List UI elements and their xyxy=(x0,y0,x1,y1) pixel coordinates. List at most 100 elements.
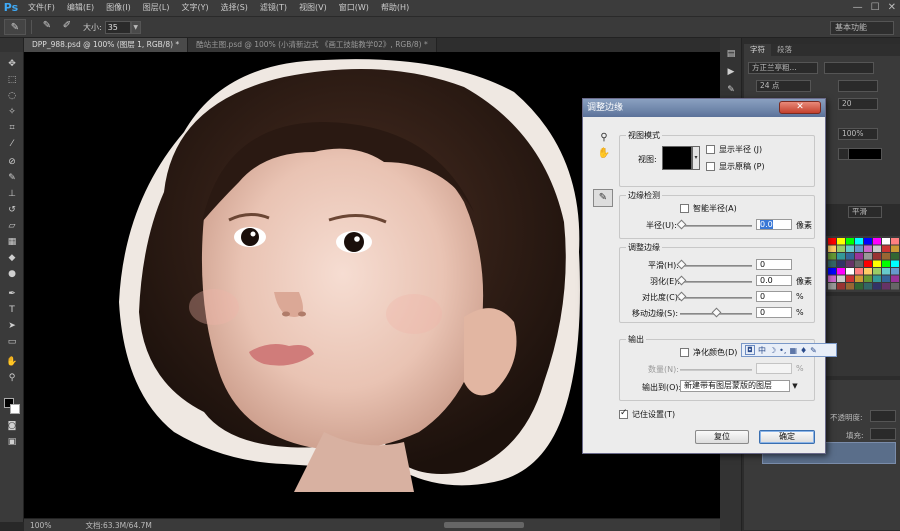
antialias-select[interactable]: 平滑 xyxy=(848,206,882,218)
smooth-input[interactable]: 0 xyxy=(756,259,792,270)
fill-input[interactable] xyxy=(870,428,896,440)
radius-slider-thumb[interactable] xyxy=(676,219,687,230)
feather-input[interactable]: 0.0 xyxy=(756,275,792,286)
smart-radius-checkbox[interactable] xyxy=(680,204,689,213)
ime-skin-icon[interactable]: ♦ xyxy=(800,346,807,355)
zoom-level[interactable]: 100% xyxy=(24,521,51,530)
refine-radius-tool-icon[interactable]: ✎ xyxy=(593,189,613,207)
swatch-cell[interactable] xyxy=(837,238,845,245)
font-style-select[interactable] xyxy=(824,62,874,74)
shift-edge-slider-thumb[interactable] xyxy=(711,307,722,318)
tab-paragraph[interactable]: 段落 xyxy=(771,44,798,56)
tab-dpp-988[interactable]: DPP_988.psd @ 100% (图层 1, RGB/8) * xyxy=(24,38,189,52)
erase-refinements-icon[interactable]: ✐ xyxy=(60,20,74,34)
swatch-grid[interactable] xyxy=(826,236,900,292)
quick-select-tool-icon[interactable]: ✧ xyxy=(5,106,19,118)
size-input[interactable]: 35 xyxy=(104,20,131,34)
stamp-tool-icon[interactable]: ⊥ xyxy=(5,188,19,200)
decontaminate-checkbox[interactable] xyxy=(680,348,689,357)
swatch-cell[interactable] xyxy=(864,238,872,245)
contrast-slider[interactable] xyxy=(680,297,752,299)
swatch-cell[interactable] xyxy=(837,283,845,290)
swatch-cell[interactable] xyxy=(837,268,845,275)
show-original-checkbox[interactable] xyxy=(706,162,715,171)
swatches-panel[interactable] xyxy=(826,236,900,292)
view-dropdown-chevron-icon[interactable]: ▾ xyxy=(692,146,700,170)
swatch-cell[interactable] xyxy=(846,275,854,283)
horizontal-scale-input[interactable]: 100% xyxy=(838,128,878,140)
reset-button[interactable]: 复位 xyxy=(695,430,749,444)
font-family-select[interactable]: 方正兰亭粗... xyxy=(748,62,818,74)
close-window-button[interactable]: ✕ xyxy=(888,2,896,13)
menu-select[interactable]: 选择(S) xyxy=(215,0,254,16)
menu-help[interactable]: 帮助(H) xyxy=(375,0,415,16)
swatch-cell[interactable] xyxy=(891,260,899,268)
view-thumbnail[interactable] xyxy=(662,146,692,170)
swatch-cell[interactable] xyxy=(882,253,890,260)
healing-tool-icon[interactable]: ⊘ xyxy=(5,156,19,168)
lasso-tool-icon[interactable]: ◌ xyxy=(5,90,19,102)
swatch-cell[interactable] xyxy=(864,275,872,283)
swatch-cell[interactable] xyxy=(855,275,863,283)
menu-layer[interactable]: 图层(L) xyxy=(137,0,176,16)
background-color-swatch[interactable] xyxy=(10,404,20,414)
swatch-cell[interactable] xyxy=(882,238,890,245)
maximize-button[interactable]: ☐ xyxy=(871,2,880,13)
swatch-cell[interactable] xyxy=(828,245,836,253)
ime-moon-icon[interactable]: ☽ xyxy=(769,346,776,355)
swatch-cell[interactable] xyxy=(891,238,899,245)
path-select-tool-icon[interactable]: ➤ xyxy=(5,320,19,332)
text-color-swatch[interactable] xyxy=(848,148,882,160)
swatch-cell[interactable] xyxy=(855,245,863,253)
swatch-cell[interactable] xyxy=(828,283,836,290)
type-tool-icon[interactable]: T xyxy=(5,304,19,316)
swatch-cell[interactable] xyxy=(864,245,872,253)
remember-settings-checkbox[interactable] xyxy=(619,408,628,419)
ime-keyboard-icon[interactable]: ▦ xyxy=(789,346,797,355)
workspace-switcher[interactable]: 基本功能 xyxy=(830,21,894,35)
menu-window[interactable]: 窗口(W) xyxy=(333,0,375,16)
swatch-cell[interactable] xyxy=(882,268,890,275)
swatch-cell[interactable] xyxy=(864,260,872,268)
swatch-cell[interactable] xyxy=(891,268,899,275)
swatch-cell[interactable] xyxy=(891,245,899,253)
menu-edit[interactable]: 编辑(E) xyxy=(61,0,100,16)
chevron-down-icon[interactable]: ▼ xyxy=(790,380,800,392)
swatch-cell[interactable] xyxy=(828,260,836,268)
swatch-cell[interactable] xyxy=(873,253,881,260)
ime-chinese-toggle[interactable]: 中 xyxy=(758,345,766,356)
swatch-cell[interactable] xyxy=(882,245,890,253)
swatch-cell[interactable] xyxy=(882,275,890,283)
quick-mask-icon[interactable]: ◙ xyxy=(5,420,19,432)
blur-tool-icon[interactable]: ◆ xyxy=(5,252,19,264)
brush-panel-icon[interactable]: ✎ xyxy=(724,84,738,96)
swatch-cell[interactable] xyxy=(891,283,899,290)
swatch-cell[interactable] xyxy=(891,275,899,283)
swatch-cell[interactable] xyxy=(855,283,863,290)
ok-button[interactable]: 确定 xyxy=(759,430,815,444)
crop-tool-icon[interactable]: ⌗ xyxy=(5,122,19,134)
shift-edge-input[interactable]: 0 xyxy=(756,307,792,318)
swatch-cell[interactable] xyxy=(882,260,890,268)
menu-type[interactable]: 文字(Y) xyxy=(175,0,214,16)
minimize-button[interactable]: — xyxy=(853,2,863,13)
swatch-cell[interactable] xyxy=(873,268,881,275)
horizontal-scrollbar[interactable] xyxy=(444,522,524,528)
swatch-cell[interactable] xyxy=(864,253,872,260)
ime-punct-icon[interactable]: •, xyxy=(779,346,786,355)
opacity-input[interactable] xyxy=(870,410,896,422)
swatch-cell[interactable] xyxy=(846,260,854,268)
swatch-cell[interactable] xyxy=(828,275,836,283)
output-to-select[interactable]: 新建带有图层蒙版的图层 xyxy=(680,380,790,392)
menu-view[interactable]: 视图(V) xyxy=(293,0,333,16)
history-icon[interactable]: ▤ xyxy=(724,48,738,60)
swatch-cell[interactable] xyxy=(846,238,854,245)
swatch-cell[interactable] xyxy=(837,260,845,268)
dodge-tool-icon[interactable]: ● xyxy=(5,268,19,280)
dialog-close-button[interactable]: ✕ xyxy=(779,101,821,114)
actions-icon[interactable]: ▶ xyxy=(724,66,738,78)
swatch-cell[interactable] xyxy=(855,268,863,275)
swatch-cell[interactable] xyxy=(891,253,899,260)
swatch-cell[interactable] xyxy=(828,238,836,245)
brush-tool-icon[interactable]: ✎ xyxy=(5,172,19,184)
